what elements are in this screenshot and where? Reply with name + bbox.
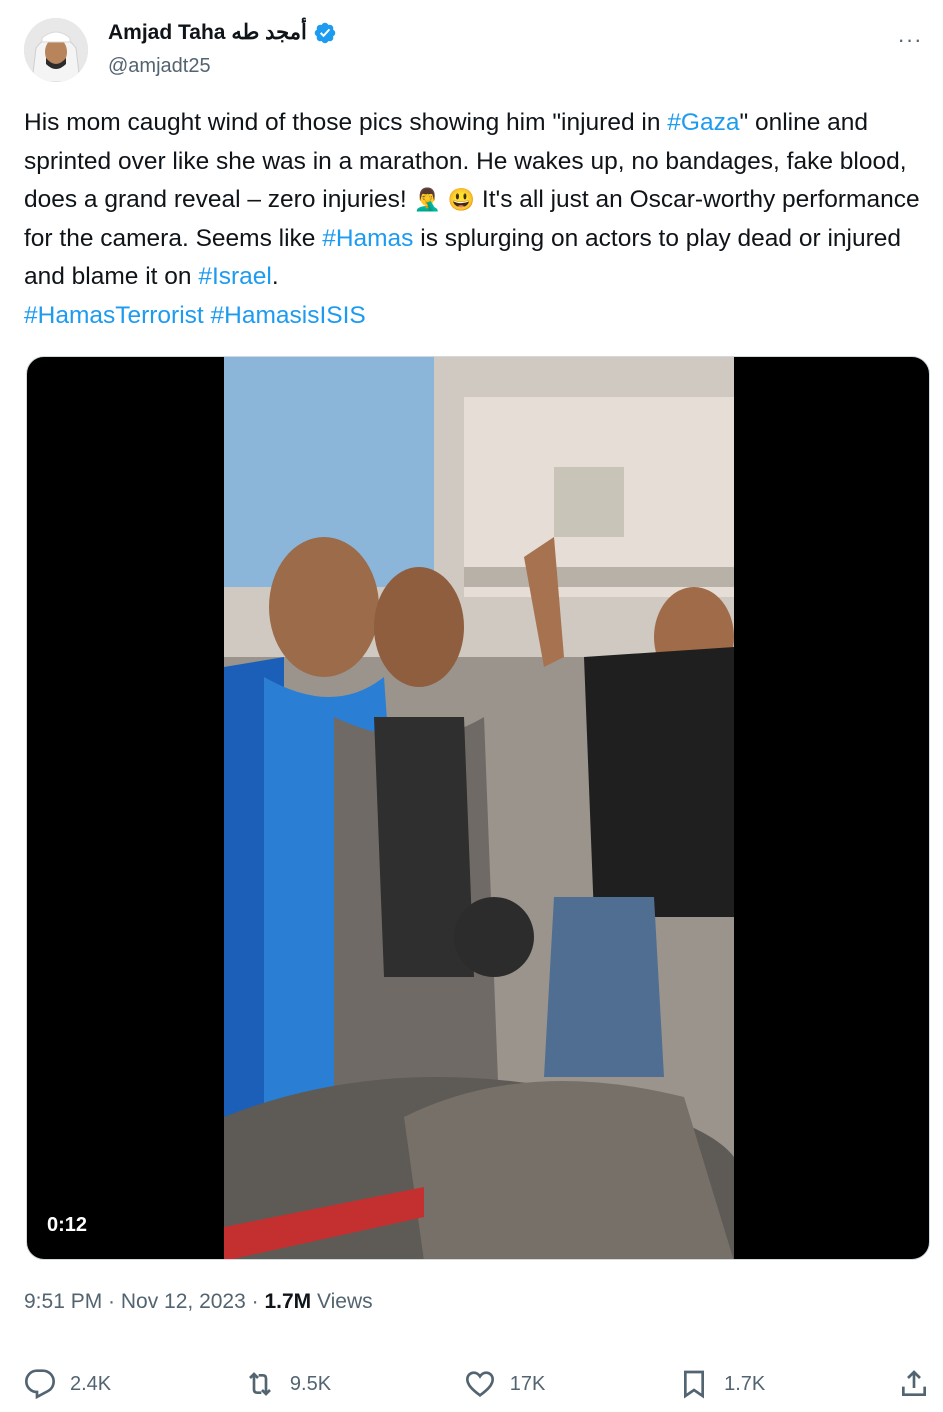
tweet-text-segment: His mom caught wind of those pics showin… xyxy=(24,109,668,136)
bookmark-count: 1.7K xyxy=(724,1372,766,1395)
timestamp[interactable]: 9:51 PM · Nov 12, 2023 · xyxy=(24,1290,264,1313)
tweet-header: Amjad Taha أمجد طه @amjadt25 ··· xyxy=(24,16,930,82)
video-frame xyxy=(224,357,734,1259)
action-bar: 2.4K 9.5K 17K 1.7K xyxy=(24,1360,930,1408)
bookmark-icon xyxy=(684,1370,705,1399)
tweet-text-segment: . xyxy=(271,263,279,290)
avatar[interactable] xyxy=(24,18,88,82)
repost-icon xyxy=(248,1372,271,1396)
like-count: 17K xyxy=(509,1372,546,1395)
hashtag-hamasisisis[interactable]: #HamasisISIS xyxy=(211,302,366,329)
repost-count: 9.5K xyxy=(289,1372,332,1395)
name-row: Amjad Taha أمجد طه xyxy=(108,20,337,45)
display-name[interactable]: Amjad Taha أمجد طه xyxy=(108,20,307,45)
reply-icon xyxy=(24,1369,55,1400)
share-button[interactable] xyxy=(898,1368,930,1400)
smiley-emoji: 😃 xyxy=(447,187,476,212)
hashtag-gaza[interactable]: #Gaza xyxy=(667,109,739,136)
tweet-text: His mom caught wind of those pics showin… xyxy=(24,104,936,335)
share-icon xyxy=(902,1370,926,1396)
handle[interactable]: @amjadt25 xyxy=(108,55,211,78)
reply-count: 2.4K xyxy=(70,1372,112,1395)
avatar-image xyxy=(24,18,88,82)
heart-icon xyxy=(465,1371,494,1398)
hashtag-hamasterrorist[interactable]: #HamasTerrorist xyxy=(24,302,204,329)
hashtag-israel[interactable]: #Israel xyxy=(198,263,272,290)
more-options-icon[interactable]: ··· xyxy=(890,22,930,58)
verified-badge-icon xyxy=(314,22,336,43)
bookmark-button[interactable]: 1.7K xyxy=(678,1368,765,1400)
views-count: 1.7M xyxy=(264,1290,312,1313)
tweet-meta: 9:51 PM · Nov 12, 2023 · 1.7M Views xyxy=(24,1290,373,1314)
hashtag-hamas[interactable]: #Hamas xyxy=(322,225,413,252)
views-label: Views xyxy=(311,1290,373,1313)
video-duration: 0:12 xyxy=(47,1214,88,1236)
facepalm-emoji: 🤦‍♂️ xyxy=(413,187,441,212)
like-button[interactable]: 17K xyxy=(464,1368,546,1400)
video-player[interactable]: 0:12 xyxy=(26,356,930,1260)
repost-button[interactable]: 9.5K xyxy=(244,1368,331,1400)
reply-button[interactable]: 2.4K xyxy=(24,1368,111,1400)
